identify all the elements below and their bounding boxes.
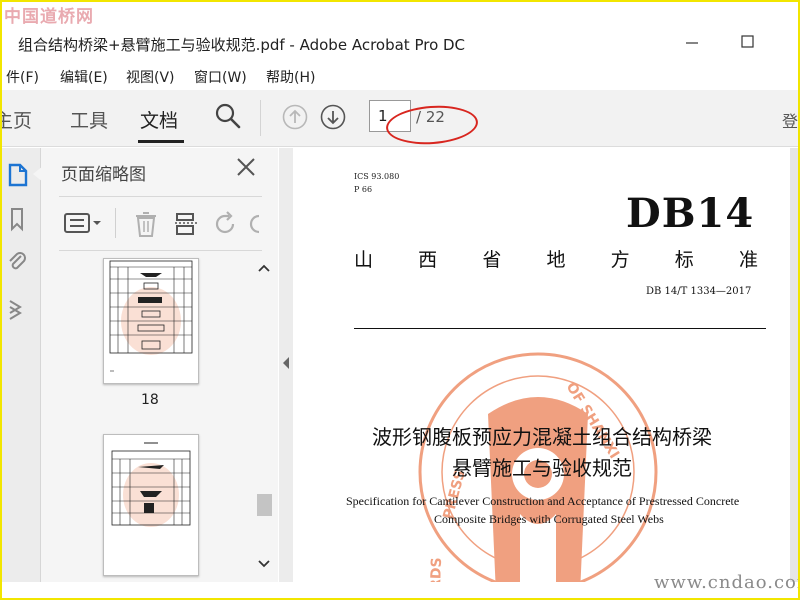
search-glyph — [215, 103, 241, 129]
province-char: 标 — [674, 249, 694, 271]
close-glyph — [237, 158, 255, 176]
scroll-up-icon[interactable] — [258, 262, 270, 274]
thumbnail-page-label: 18 — [141, 392, 159, 408]
bookmarks-icon[interactable] — [6, 206, 28, 232]
rotate-ccw-icon[interactable] — [213, 210, 239, 238]
next-page-icon[interactable] — [320, 104, 346, 130]
tab-document[interactable]: 文档 — [140, 106, 178, 133]
thumbnail-preview — [109, 260, 193, 372]
insert-page-icon[interactable] — [173, 210, 199, 238]
menu-window[interactable]: 窗口(W) — [194, 67, 247, 87]
panel-divider-2 — [59, 250, 262, 251]
menu-help[interactable]: 帮助(H) — [266, 67, 315, 87]
province-char: 省 — [482, 249, 502, 271]
scrollbar-thumb[interactable] — [257, 494, 272, 516]
maximize-icon[interactable] — [738, 32, 758, 52]
options-menu-icon[interactable] — [63, 210, 103, 236]
menu-bar: 件(F) 编辑(E) 视图(V) 窗口(W) 帮助(H) — [2, 64, 798, 88]
document-viewer[interactable]: OF SHANXI PRESS RDS ICS 93.080 P 66 DB14… — [294, 148, 798, 582]
province-char: 方 — [610, 249, 630, 271]
chinese-title-line-2: 悬臂施工与验收规范 — [452, 456, 632, 480]
layers-icon[interactable] — [6, 296, 28, 322]
arrow-down-glyph — [320, 104, 346, 130]
site-watermark-top: 中国道桥网 — [4, 7, 94, 27]
navigation-pane-strip — [2, 148, 41, 582]
tab-home[interactable]: 主页 — [2, 106, 32, 133]
p-code: P 66 — [354, 185, 373, 194]
english-title-line-1: Specification for Cantilever Constructio… — [346, 494, 740, 508]
toolbar-separator — [260, 100, 261, 136]
attachments-icon[interactable] — [6, 250, 28, 276]
province-char: 地 — [546, 249, 566, 271]
sign-in-link[interactable]: 登 — [782, 108, 798, 132]
province-char: 准 — [738, 249, 758, 271]
page-thumbnail[interactable] — [103, 434, 199, 576]
screenshot-frame: 中国道桥网 组合结构桥梁+悬臂施工与验收规范.pdf - Adobe Acrob… — [0, 0, 800, 600]
active-tab-indicator — [138, 140, 184, 143]
scroll-down-icon[interactable] — [258, 558, 270, 570]
maximize-glyph — [741, 35, 754, 48]
previous-page-icon[interactable] — [282, 104, 308, 130]
page-thumbnail[interactable] — [103, 258, 199, 384]
minimize-glyph — [686, 42, 698, 44]
menu-edit[interactable]: 编辑(E) — [60, 67, 108, 87]
collapse-arrow-icon[interactable] — [282, 356, 290, 370]
minimize-icon[interactable] — [682, 32, 702, 52]
tools-separator — [115, 208, 116, 238]
english-title-line-2: Composite Bridges with Corrugated Steel … — [434, 512, 664, 526]
page-thumbnails-icon[interactable] — [6, 162, 28, 188]
thumbnail-scrollbar[interactable] — [254, 258, 274, 576]
header-rule — [354, 328, 766, 329]
panel-collapse-strip[interactable] — [279, 148, 293, 582]
ics-code: ICS 93.080 — [354, 172, 400, 181]
menu-view[interactable]: 视图(V) — [126, 67, 175, 87]
title-bar: 组合结构桥梁+悬臂施工与验收规范.pdf - Adobe Acrobat Pro… — [2, 26, 798, 62]
search-icon[interactable] — [214, 102, 242, 130]
thumbnail-preview — [111, 442, 191, 527]
window-title: 组合结构桥梁+悬臂施工与验收规范.pdf - Adobe Acrobat Pro… — [18, 36, 466, 54]
trash-icon[interactable] — [133, 210, 159, 238]
province-char: 西 — [418, 249, 438, 271]
arrow-up-glyph — [282, 104, 308, 130]
panel-title: 页面缩略图 — [61, 165, 146, 185]
tab-tools[interactable]: 工具 — [70, 106, 108, 133]
site-watermark-bottom: www.cndao.com — [654, 572, 800, 593]
rotate-cw-icon[interactable] — [249, 210, 263, 238]
page-thumbnails-panel: 页面缩略图 18 — [33, 148, 278, 582]
menu-file[interactable]: 件(F) — [6, 67, 39, 87]
panel-pointer-notch — [33, 166, 43, 182]
province-char: 山 — [354, 249, 374, 271]
thumbnail-toolbar — [59, 206, 264, 240]
province-standard-label: 山 西 省 地 方 标 准 — [354, 245, 758, 272]
document-page: OF SHANXI PRESS RDS ICS 93.080 P 66 DB14… — [294, 148, 790, 582]
seal-text-lower: RDS — [428, 557, 445, 582]
standard-number: DB 14/T 1334—2017 — [646, 286, 752, 297]
standard-code-heading: DB14 — [626, 190, 755, 237]
panel-divider — [59, 196, 262, 197]
close-icon[interactable] — [235, 156, 257, 178]
chinese-title-line-1: 波形钢腹板预应力混凝土组合结构桥梁 — [372, 425, 712, 449]
